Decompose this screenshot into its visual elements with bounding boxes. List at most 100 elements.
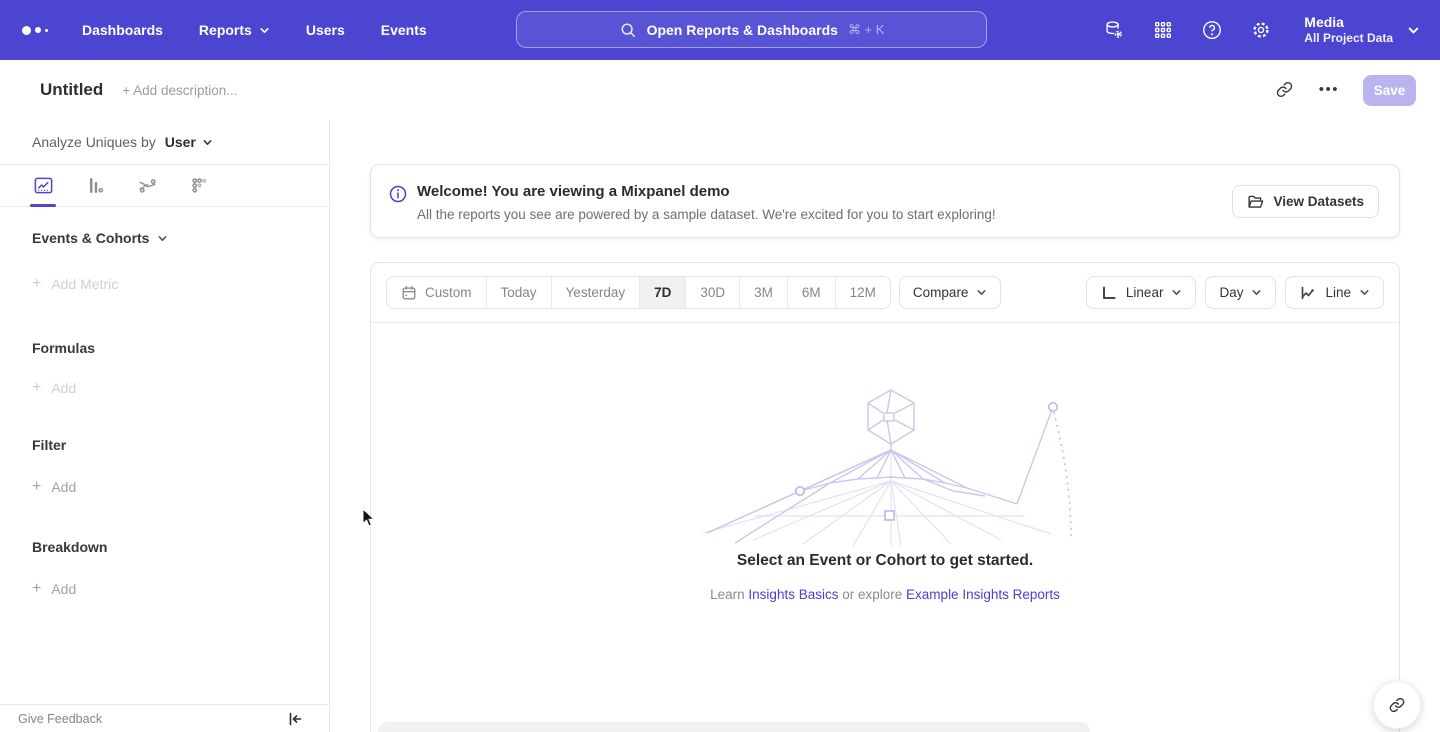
tab-insights-line-chart[interactable]	[30, 165, 56, 206]
logo-dot-medium	[35, 27, 41, 33]
analyze-by-dropdown[interactable]: User	[165, 134, 213, 150]
line-chart-icon	[1299, 284, 1317, 302]
project-name: Media	[1304, 14, 1393, 31]
add-description-field[interactable]: + Add description...	[122, 83, 237, 98]
plus-icon: +	[32, 478, 41, 496]
events-cohorts-header[interactable]: Events & Cohorts	[32, 230, 329, 246]
give-feedback-link[interactable]: Give Feedback	[18, 712, 102, 726]
formulas-section: Formulas + Add	[0, 340, 329, 397]
settings-gear-icon[interactable]	[1249, 19, 1272, 42]
add-breakdown-button[interactable]: + Add	[32, 580, 329, 598]
chevron-down-icon	[1407, 24, 1420, 37]
query-builder-sidebar: Analyze Uniques by User Events & Cohorts	[0, 120, 330, 732]
range-custom[interactable]: Custom	[387, 277, 486, 308]
info-icon	[389, 185, 407, 203]
empty-state-title: Select an Event or Cohort to get started…	[371, 552, 1399, 570]
chevron-down-icon	[976, 287, 987, 298]
calendar-icon	[401, 285, 417, 301]
scale-dropdown[interactable]: Linear	[1086, 276, 1197, 309]
range-6m[interactable]: 6M	[787, 277, 835, 308]
copy-link-icon[interactable]	[1275, 80, 1295, 100]
chevron-down-icon	[1359, 287, 1370, 298]
nav-item-reports-label: Reports	[199, 22, 252, 38]
save-button[interactable]: Save	[1363, 75, 1416, 106]
nav-item-dashboards[interactable]: Dashboards	[82, 22, 163, 38]
global-search-button[interactable]: Open Reports & Dashboards ⌘ + K	[516, 11, 987, 48]
chart-display-controls: Linear Day Line	[1086, 276, 1384, 309]
hint-middle: or explore	[842, 587, 902, 602]
range-3m[interactable]: 3M	[739, 277, 787, 308]
empty-state-illustration	[695, 383, 1075, 548]
apps-grid-icon[interactable]	[1151, 19, 1174, 42]
search-shortcut-hint: ⌘ + K	[848, 22, 885, 38]
link-icon	[1388, 696, 1406, 714]
nav-item-reports[interactable]: Reports	[199, 22, 270, 38]
chart-type-label: Line	[1325, 285, 1351, 300]
linear-axis-icon	[1100, 284, 1118, 302]
compare-label: Compare	[913, 285, 969, 300]
nav-item-users[interactable]: Users	[306, 22, 345, 38]
view-datasets-button[interactable]: View Datasets	[1232, 185, 1379, 218]
add-filter-button[interactable]: + Add	[32, 478, 329, 496]
range-yesterday[interactable]: Yesterday	[551, 277, 640, 308]
example-insights-reports-link[interactable]: Example Insights Reports	[906, 587, 1060, 602]
add-formula-label: Add	[51, 380, 76, 396]
chevron-down-icon	[202, 137, 213, 148]
insights-basics-link[interactable]: Insights Basics	[748, 587, 838, 602]
plus-icon: +	[32, 580, 41, 598]
report-actions: ••• Save	[1275, 75, 1416, 106]
banner-title: Welcome! You are viewing a Mixpanel demo	[417, 183, 730, 200]
data-management-icon[interactable]	[1102, 19, 1125, 42]
collapse-sidebar-icon[interactable]	[287, 711, 303, 727]
add-formula-button[interactable]: + Add	[32, 379, 329, 397]
folder-icon	[1247, 193, 1264, 210]
project-switcher-labels: Media All Project Data	[1304, 14, 1393, 46]
visualization-tabs	[0, 165, 329, 207]
logo-dot-small	[45, 29, 48, 32]
empty-state-hint: Learn Insights Basics or explore Example…	[371, 587, 1399, 602]
tab-bar-chart[interactable]	[82, 165, 108, 206]
add-metric-label: Add Metric	[51, 276, 118, 292]
events-cohorts-section: Events & Cohorts + Add Metric	[0, 230, 329, 293]
chart-type-dropdown[interactable]: Line	[1285, 276, 1384, 309]
breakdown-table-peek	[378, 722, 1090, 732]
report-header: Untitled + Add description... ••• Save	[0, 60, 1440, 120]
help-icon[interactable]	[1200, 19, 1223, 42]
add-metric-button[interactable]: + Add Metric	[32, 275, 329, 293]
range-30d[interactable]: 30D	[685, 277, 739, 308]
events-cohorts-title: Events & Cohorts	[32, 230, 149, 246]
project-switcher[interactable]: Media All Project Data	[1304, 14, 1420, 46]
tab-flow[interactable]	[134, 165, 160, 206]
top-nav-bar: Dashboards Reports Users Events Open Rep…	[0, 0, 1440, 60]
analyze-uniques-row: Analyze Uniques by User	[0, 120, 329, 165]
add-breakdown-label: Add	[51, 581, 76, 597]
banner-subtitle: All the reports you see are powered by a…	[417, 207, 996, 222]
report-title[interactable]: Untitled	[40, 80, 103, 100]
demo-welcome-banner: Welcome! You are viewing a Mixpanel demo…	[370, 164, 1400, 238]
range-12m[interactable]: 12M	[835, 277, 890, 308]
mixpanel-insights-app: Dashboards Reports Users Events Open Rep…	[0, 0, 1440, 732]
report-canvas: Welcome! You are viewing a Mixpanel demo…	[330, 120, 1440, 732]
range-7d[interactable]: 7D	[639, 277, 685, 308]
range-today[interactable]: Today	[486, 277, 551, 308]
mixpanel-logo[interactable]	[22, 26, 48, 35]
nav-item-events[interactable]: Events	[381, 22, 427, 38]
chevron-down-icon	[259, 25, 270, 36]
logo-dot-large	[22, 26, 31, 35]
breakdown-title: Breakdown	[32, 539, 329, 555]
share-link-fab[interactable]	[1373, 681, 1421, 729]
more-options-icon[interactable]: •••	[1319, 80, 1339, 100]
breakdown-section: Breakdown + Add	[0, 539, 329, 598]
filter-section: Filter + Add	[0, 437, 329, 496]
compare-dropdown[interactable]: Compare	[899, 276, 1002, 309]
interval-dropdown[interactable]: Day	[1205, 276, 1276, 309]
range-custom-label: Custom	[425, 285, 472, 300]
analyze-by-value: User	[165, 134, 196, 150]
analyze-prefix-label: Analyze Uniques by	[32, 134, 156, 150]
filter-title: Filter	[32, 437, 329, 453]
primary-nav: Dashboards Reports Users Events	[82, 22, 427, 38]
search-icon	[619, 21, 637, 39]
sidebar-footer: Give Feedback	[0, 704, 329, 732]
tab-retention-grid[interactable]	[186, 165, 212, 206]
interval-label: Day	[1219, 285, 1243, 300]
